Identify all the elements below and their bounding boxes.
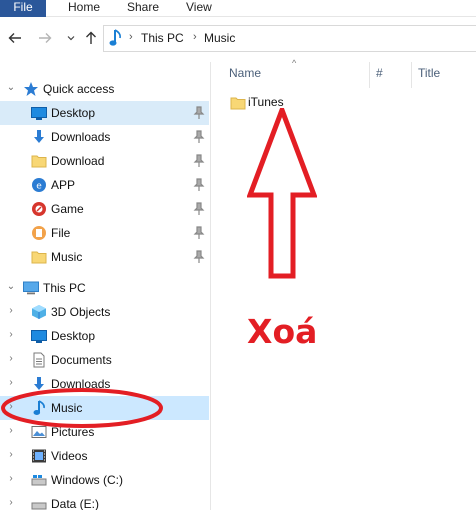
sidebar-item-label: File [51, 226, 71, 240]
chevron-right-icon[interactable]: › [5, 329, 17, 340]
file-name: iTunes [248, 95, 284, 109]
address-bar[interactable]: › This PC › Music [103, 25, 476, 52]
sidebar-item-windows-c[interactable]: › Windows (C:) [0, 468, 209, 492]
arrow-up-icon [86, 31, 96, 44]
sidebar-item-music-quick[interactable]: Music [0, 245, 209, 269]
pin-icon[interactable] [193, 226, 205, 240]
sidebar-item-3d-objects[interactable]: › 3D Objects [0, 300, 209, 324]
music-icon [109, 29, 121, 46]
sidebar-item-label: Download [51, 154, 105, 168]
drive-icon [31, 502, 47, 510]
sidebar-item-label: Music [51, 250, 83, 264]
desktop-icon [31, 330, 47, 343]
videos-icon [32, 449, 46, 463]
quick-access-header[interactable]: ⌄ Quick access [0, 77, 209, 101]
folder-icon [31, 155, 47, 168]
this-pc-label: This PC [43, 281, 86, 295]
column-divider[interactable] [369, 62, 370, 88]
svg-text:e: e [36, 182, 42, 192]
sidebar-item-label: Downloads [51, 130, 111, 144]
tab-file[interactable]: File [0, 0, 46, 17]
pin-icon[interactable] [193, 154, 205, 168]
chevron-right-icon[interactable]: › [193, 31, 197, 43]
drive-icon [31, 475, 47, 486]
ribbon-tabs: File Home Share View [0, 0, 476, 17]
annotation-ellipse [1, 388, 163, 428]
column-header-title[interactable]: Title [418, 66, 440, 80]
navigation-pane: ⌄ Quick access Desktop Downloads Downloa… [0, 62, 211, 510]
sidebar-item-label: Videos [51, 449, 88, 463]
sidebar-item-file[interactable]: File [0, 221, 209, 245]
up-button[interactable] [82, 27, 100, 49]
pin-icon[interactable] [193, 106, 205, 120]
pin-icon[interactable] [193, 202, 205, 216]
chevron-down-icon [67, 36, 75, 41]
sidebar-item-downloads[interactable]: Downloads [0, 125, 209, 149]
file-icon [32, 226, 46, 240]
sidebar-item-label: Documents [51, 353, 112, 367]
sidebar-item-label: Game [51, 202, 84, 216]
arrow-left-icon [8, 33, 21, 43]
this-pc-header[interactable]: ⌄ This PC [0, 276, 209, 300]
sidebar-item-label: Desktop [51, 106, 96, 120]
sidebar-item-label: APP [51, 178, 76, 192]
sidebar-item-label: Data (E:) [51, 497, 100, 510]
sidebar-item-desktop-pc[interactable]: › Desktop [0, 324, 209, 348]
annotation-arrow [247, 108, 317, 279]
chevron-right-icon[interactable]: › [5, 449, 17, 460]
sidebar-item-app[interactable]: e APP [0, 173, 209, 197]
chevron-down-icon[interactable]: ⌄ [5, 82, 17, 93]
chevron-right-icon[interactable]: › [5, 497, 17, 508]
app-icon: e [32, 178, 46, 192]
chevron-right-icon[interactable]: › [129, 31, 133, 43]
arrow-right-icon [39, 33, 52, 43]
star-icon [24, 82, 38, 96]
chevron-right-icon[interactable]: › [5, 353, 17, 364]
sidebar-item-desktop[interactable]: Desktop [0, 101, 209, 125]
sort-ascending-icon: ^ [292, 58, 297, 68]
sidebar-item-label: 3D Objects [51, 305, 111, 319]
chevron-right-icon[interactable]: › [5, 473, 17, 484]
navigation-bar: › This PC › Music [0, 17, 476, 62]
folder-icon [230, 97, 246, 110]
3d-objects-icon [32, 305, 46, 319]
desktop-icon [31, 107, 47, 120]
sidebar-item-videos[interactable]: › Videos [0, 444, 209, 468]
column-divider[interactable] [411, 62, 412, 88]
back-button[interactable] [6, 27, 24, 49]
chevron-right-icon[interactable]: › [5, 305, 17, 316]
pin-icon[interactable] [193, 250, 205, 264]
game-icon [32, 202, 46, 216]
pin-icon[interactable] [193, 178, 205, 192]
sidebar-item-documents[interactable]: › Documents [0, 348, 209, 372]
forward-button[interactable] [36, 27, 54, 49]
column-header-name[interactable]: Name [229, 66, 261, 80]
sidebar-item-label: Windows (C:) [51, 473, 124, 487]
sidebar-item-label: Desktop [51, 329, 96, 343]
quick-access-label: Quick access [43, 82, 115, 96]
folder-icon [31, 251, 47, 264]
chevron-down-icon[interactable]: ⌄ [5, 281, 17, 292]
tab-view[interactable]: View [186, 0, 212, 17]
tab-share[interactable]: Share [127, 0, 159, 17]
breadcrumb-this-pc[interactable]: This PC [141, 31, 184, 45]
sidebar-item-data-e[interactable]: › Data (E:) [0, 492, 209, 510]
pin-icon[interactable] [193, 130, 205, 144]
sidebar-item-download[interactable]: Download [0, 149, 209, 173]
sidebar-item-game[interactable]: Game [0, 197, 209, 221]
annotation-text: Xoá [247, 312, 318, 351]
computer-icon [23, 281, 39, 295]
tab-home[interactable]: Home [68, 0, 100, 17]
downloads-icon [34, 130, 44, 143]
breadcrumb-music[interactable]: Music [204, 31, 235, 45]
column-header-number[interactable]: # [376, 66, 383, 80]
documents-icon [33, 352, 45, 368]
recent-locations-button[interactable] [62, 27, 80, 49]
